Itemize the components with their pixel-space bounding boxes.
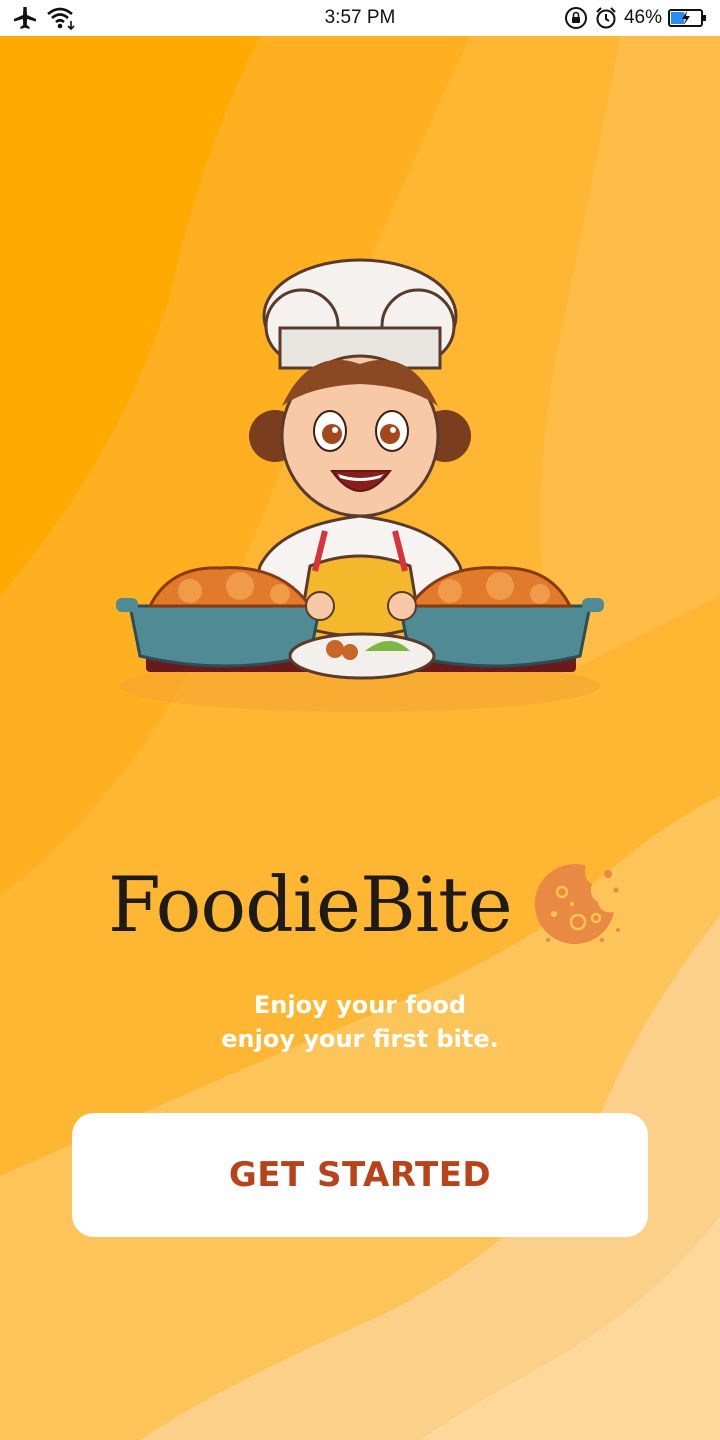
tagline-line-2: enjoy your first bite. — [221, 1025, 499, 1053]
get-started-label: GET STARTED — [228, 1155, 492, 1195]
status-right: 46% — [508, 6, 708, 30]
brand-logo: FoodieBite — [108, 854, 624, 954]
alarm-icon — [594, 6, 618, 30]
status-time: 3:57 PM — [324, 7, 396, 28]
airplane-icon — [12, 6, 38, 30]
rotation-lock-icon — [564, 6, 588, 30]
tagline: Enjoy your food enjoy your first bite. — [0, 988, 720, 1056]
status-left — [12, 6, 212, 30]
battery-icon — [668, 7, 708, 29]
get-started-button[interactable]: GET STARTED — [72, 1113, 648, 1237]
battery-percent: 46% — [623, 7, 662, 28]
wifi-icon — [46, 6, 76, 30]
cookie-icon — [534, 863, 620, 944]
chef-illustration — [116, 258, 604, 712]
splash-screen: FoodieBite Enjoy your food enjoy your fi… — [0, 36, 720, 1440]
app-name: FoodieBite — [108, 859, 513, 949]
tagline-line-1: Enjoy your food — [253, 991, 467, 1019]
status-bar: 3:57 PM 46% — [0, 0, 720, 36]
